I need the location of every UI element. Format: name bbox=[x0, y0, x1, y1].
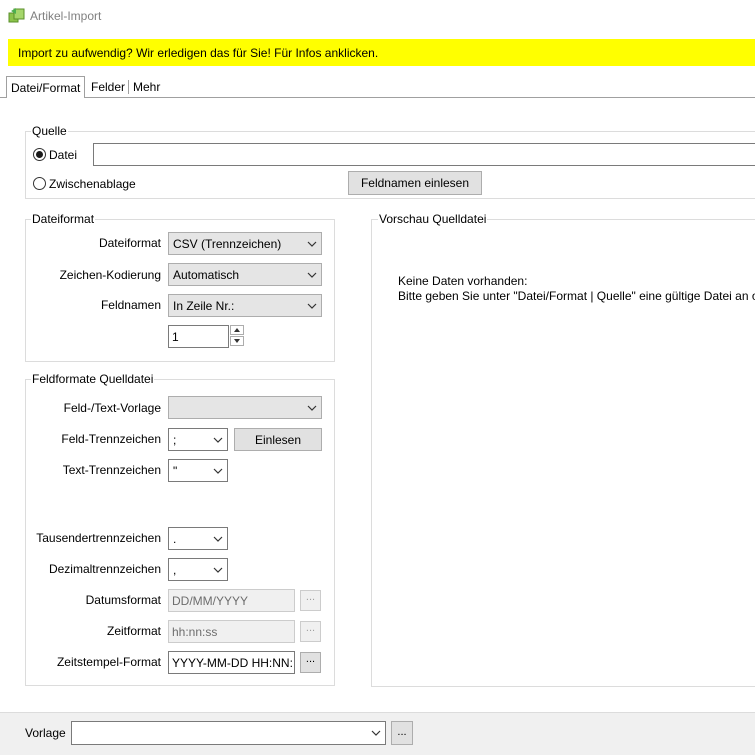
dateiformat-label: Dateiformat bbox=[98, 236, 161, 250]
import-icon bbox=[8, 7, 26, 23]
zeile-nr-input[interactable]: 1 bbox=[168, 325, 229, 348]
dezimal-label: Dezimaltrennzeichen bbox=[48, 562, 161, 576]
feldformate-legend: Feldformate Quelldatei bbox=[31, 372, 155, 386]
quelle-legend: Quelle bbox=[31, 124, 68, 138]
feldnamen-select[interactable]: In Zeile Nr.: bbox=[168, 294, 322, 317]
chevron-down-icon bbox=[307, 241, 317, 247]
tausendertrennzeichen-value: . bbox=[173, 532, 177, 546]
chevron-down-icon bbox=[307, 272, 317, 278]
banner-text[interactable]: Import zu aufwendig? Wir erledigen das f… bbox=[18, 46, 378, 60]
einlesen-button[interactable]: Einlesen bbox=[234, 428, 322, 451]
text-trennzeichen-select[interactable]: " bbox=[168, 459, 228, 482]
zeitformat-dots: ... bbox=[305, 622, 316, 634]
chevron-down-icon bbox=[213, 536, 223, 542]
tab-strip: Datei/Format Felder Mehr bbox=[0, 76, 755, 99]
spin-down-button[interactable] bbox=[230, 336, 244, 346]
datumsformat-label: Datumsformat bbox=[85, 593, 161, 607]
dateiformat-select[interactable]: CSV (Trennzeichen) bbox=[168, 232, 322, 255]
zwischenablage-radio[interactable] bbox=[33, 177, 46, 190]
chevron-down-icon bbox=[307, 303, 317, 309]
tausender-label: Tausendertrennzeichen bbox=[36, 531, 161, 545]
vorschau-message-line2: Bitte geben Sie unter "Datei/Format | Qu… bbox=[398, 290, 755, 303]
zeitstempel-browse-button[interactable]: ... bbox=[300, 652, 321, 673]
zeitstempel-input[interactable]: YYYY-MM-DD HH:NN:SS bbox=[168, 651, 295, 674]
text-trennzeichen-value: " bbox=[173, 464, 178, 478]
spin-up-button[interactable] bbox=[230, 325, 244, 335]
datumsformat-dots: ... bbox=[305, 591, 316, 603]
info-banner[interactable]: Import zu aufwendig? Wir erledigen das f… bbox=[8, 39, 755, 66]
dateiformat-legend: Dateiformat bbox=[31, 212, 96, 226]
vorlage-select[interactable] bbox=[71, 721, 386, 745]
datei-radio-label[interactable]: Datei bbox=[49, 148, 77, 162]
datumsformat-value: DD/MM/YYYY bbox=[172, 594, 249, 608]
datei-radio[interactable] bbox=[33, 148, 46, 161]
zeitstempel-dots: ... bbox=[305, 653, 316, 665]
vorlage-label: Feld-/Text-Vorlage bbox=[63, 401, 161, 415]
zeitformat-browse-button: ... bbox=[300, 621, 321, 642]
feld-trennzeichen-label: Feld-Trennzeichen bbox=[61, 432, 161, 446]
tab-mehr[interactable]: Mehr bbox=[129, 76, 164, 98]
zeitformat-input: hh:nn:ss bbox=[168, 620, 295, 643]
feld-trennzeichen-select[interactable]: ; bbox=[168, 428, 228, 451]
caret-down-icon bbox=[234, 339, 240, 343]
zwischenablage-radio-label[interactable]: Zwischenablage bbox=[49, 177, 136, 191]
zeitstempel-label: Zeitstempel-Format bbox=[56, 655, 161, 669]
chevron-down-icon bbox=[213, 567, 223, 573]
datumsformat-browse-button: ... bbox=[300, 590, 321, 611]
caret-up-icon bbox=[234, 328, 240, 332]
chevron-down-icon bbox=[213, 468, 223, 474]
radio-selected-dot bbox=[36, 151, 43, 158]
zeitstempel-value: YYYY-MM-DD HH:NN:SS bbox=[172, 656, 292, 670]
zeitformat-label: Zeitformat bbox=[106, 624, 161, 638]
vorlage-dots: ... bbox=[397, 726, 407, 738]
tab-felder[interactable]: Felder bbox=[87, 76, 129, 98]
chevron-down-icon bbox=[371, 730, 381, 736]
vorschau-message-line1: Keine Daten vorhanden: bbox=[398, 274, 528, 288]
dateiformat-value: CSV (Trennzeichen) bbox=[173, 237, 282, 251]
feld-trennzeichen-value: ; bbox=[173, 433, 177, 447]
window-title: Artikel-Import bbox=[30, 9, 102, 23]
feldnamen-einlesen-button[interactable]: Feldnamen einlesen bbox=[348, 171, 482, 195]
vorschau-legend: Vorschau Quelldatei bbox=[378, 212, 488, 226]
zeitformat-value: hh:nn:ss bbox=[172, 625, 218, 639]
datumsformat-input: DD/MM/YYYY bbox=[168, 589, 295, 612]
einlesen-label: Einlesen bbox=[254, 433, 302, 447]
tab-datei-format[interactable]: Datei/Format bbox=[6, 76, 86, 99]
dezimaltrennzeichen-select[interactable]: , bbox=[168, 558, 228, 581]
feldnamen-value: In Zeile Nr.: bbox=[173, 299, 235, 313]
datei-path-input[interactable] bbox=[93, 143, 755, 166]
dezimaltrennzeichen-value: , bbox=[173, 563, 177, 577]
zeile-nr-value: 1 bbox=[172, 330, 179, 344]
text-trennzeichen-label: Text-Trennzeichen bbox=[62, 463, 161, 477]
vorlage-browse-button[interactable]: ... bbox=[391, 721, 413, 745]
feldnamen-einlesen-label: Feldnamen einlesen bbox=[360, 176, 470, 190]
chevron-down-icon bbox=[307, 405, 317, 411]
vorlage-footer-label: Vorlage bbox=[25, 726, 66, 740]
kodierung-label: Zeichen-Kodierung bbox=[59, 268, 161, 282]
tausendertrennzeichen-select[interactable]: . bbox=[168, 527, 228, 550]
chevron-down-icon bbox=[213, 437, 223, 443]
kodierung-value: Automatisch bbox=[173, 268, 240, 282]
feldnamen-label: Feldnamen bbox=[100, 298, 161, 312]
title-bar: Artikel-Import bbox=[0, 0, 755, 32]
feld-text-vorlage-select[interactable] bbox=[168, 396, 322, 419]
kodierung-select[interactable]: Automatisch bbox=[168, 263, 322, 286]
